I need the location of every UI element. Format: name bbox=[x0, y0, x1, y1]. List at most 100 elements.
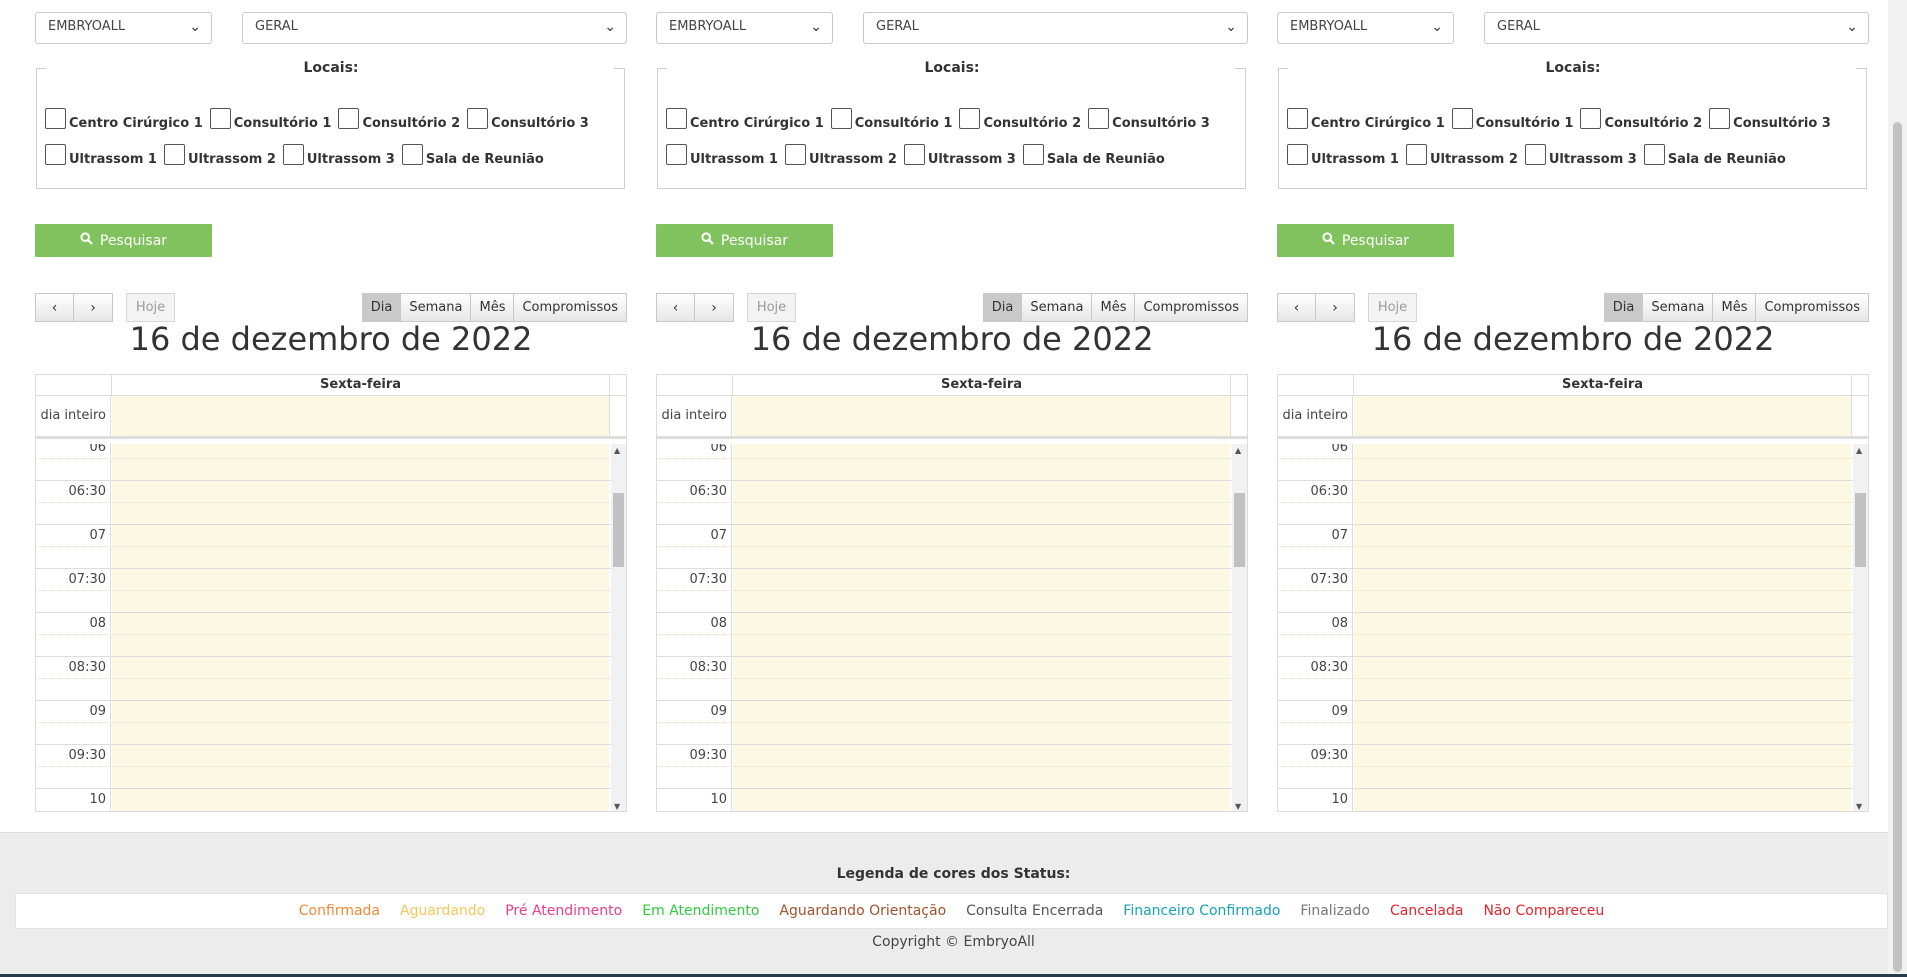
local-checkbox[interactable]: Consultório 1 bbox=[1451, 108, 1573, 131]
agenda-select[interactable]: GERAL ⌄ bbox=[1484, 12, 1869, 44]
clinic-select[interactable]: EMBRYOALL ⌄ bbox=[1277, 12, 1454, 44]
prev-button[interactable]: ‹ bbox=[35, 293, 74, 322]
checkbox[interactable] bbox=[1287, 108, 1308, 129]
local-checkbox[interactable]: Consultório 3 bbox=[1088, 108, 1210, 131]
search-button[interactable]: Pesquisar bbox=[1277, 224, 1454, 257]
scroll-down-icon[interactable]: ▼ bbox=[1235, 802, 1241, 811]
prev-button[interactable]: ‹ bbox=[656, 293, 695, 322]
checkbox[interactable] bbox=[1287, 144, 1308, 165]
view-button[interactable]: Dia bbox=[361, 293, 402, 322]
time-slot-cell[interactable] bbox=[112, 745, 609, 767]
time-slot-cell[interactable] bbox=[1354, 679, 1851, 701]
time-slot-cell[interactable] bbox=[1354, 481, 1851, 503]
checkbox[interactable] bbox=[45, 108, 66, 129]
calendar-scrollbar-thumb[interactable] bbox=[1234, 493, 1245, 567]
search-button[interactable]: Pesquisar bbox=[35, 224, 212, 257]
checkbox[interactable] bbox=[1643, 144, 1665, 165]
calendar-scrollbar[interactable]: ▲ ▼ bbox=[1232, 444, 1247, 811]
time-slot-cell[interactable] bbox=[733, 679, 1230, 701]
checkbox[interactable] bbox=[45, 144, 66, 165]
calendar-scrollbar-thumb[interactable] bbox=[613, 493, 624, 567]
time-slot-cell[interactable] bbox=[112, 503, 609, 525]
time-slot-cell[interactable] bbox=[1354, 591, 1851, 613]
page-scrollbar-thumb[interactable] bbox=[1893, 122, 1902, 972]
scroll-up-icon[interactable]: ▲ bbox=[1235, 446, 1241, 455]
time-slot-cell[interactable] bbox=[112, 569, 609, 591]
next-button[interactable]: › bbox=[695, 293, 734, 322]
time-slot-cell[interactable] bbox=[733, 591, 1230, 613]
local-checkbox[interactable]: Centro Cirúrgico 1 bbox=[1287, 108, 1445, 131]
checkbox[interactable] bbox=[163, 144, 185, 165]
local-checkbox[interactable]: Ultrassom 2 bbox=[1405, 144, 1518, 167]
allday-cell[interactable] bbox=[733, 396, 1231, 436]
time-slot-cell[interactable] bbox=[112, 481, 609, 503]
checkbox[interactable] bbox=[784, 144, 806, 165]
local-checkbox[interactable]: Consultório 1 bbox=[830, 108, 952, 131]
checkbox[interactable] bbox=[666, 108, 687, 129]
time-slot-cell[interactable] bbox=[733, 723, 1230, 745]
time-slot-cell[interactable] bbox=[733, 701, 1230, 723]
local-checkbox[interactable]: Ultrassom 1 bbox=[666, 144, 778, 167]
time-slot-cell[interactable] bbox=[1354, 569, 1851, 591]
local-checkbox[interactable]: Ultrassom 1 bbox=[1287, 144, 1399, 167]
checkbox[interactable] bbox=[1451, 108, 1473, 129]
view-button[interactable]: Dia bbox=[1603, 293, 1644, 322]
agenda-select[interactable]: GERAL ⌄ bbox=[863, 12, 1248, 44]
local-checkbox[interactable]: Consultório 3 bbox=[467, 108, 589, 131]
calendar-scrollbar-thumb[interactable] bbox=[1855, 493, 1866, 567]
local-checkbox[interactable]: Ultrassom 3 bbox=[1524, 144, 1637, 167]
time-slot-cell[interactable] bbox=[112, 679, 609, 701]
time-slot-cell[interactable] bbox=[733, 789, 1230, 811]
checkbox[interactable] bbox=[209, 108, 231, 129]
time-slot-cell[interactable] bbox=[733, 745, 1230, 767]
checkbox[interactable] bbox=[1580, 108, 1602, 129]
time-slot-cell[interactable] bbox=[112, 723, 609, 745]
time-slot-cell[interactable] bbox=[1354, 701, 1851, 723]
checkbox[interactable] bbox=[1709, 108, 1731, 129]
checkbox[interactable] bbox=[282, 144, 304, 165]
time-slot-cell[interactable] bbox=[112, 591, 609, 613]
checkbox[interactable] bbox=[338, 108, 360, 129]
time-slot-cell[interactable] bbox=[1354, 444, 1851, 459]
time-slot-cell[interactable] bbox=[733, 657, 1230, 679]
view-button[interactable]: Mês bbox=[471, 293, 515, 322]
today-button[interactable]: Hoje bbox=[126, 293, 175, 322]
local-checkbox[interactable]: Centro Cirúrgico 1 bbox=[45, 108, 203, 131]
time-slot-cell[interactable] bbox=[733, 503, 1230, 525]
time-slot-cell[interactable] bbox=[1354, 635, 1851, 657]
local-checkbox[interactable]: Ultrassom 3 bbox=[903, 144, 1016, 167]
view-button[interactable]: Compromissos bbox=[1756, 293, 1869, 322]
search-button[interactable]: Pesquisar bbox=[656, 224, 833, 257]
time-slot-cell[interactable] bbox=[1354, 767, 1851, 789]
time-slot-cell[interactable] bbox=[1354, 613, 1851, 635]
time-slot-cell[interactable] bbox=[112, 767, 609, 789]
time-slot-cell[interactable] bbox=[733, 525, 1230, 547]
local-checkbox[interactable]: Consultório 2 bbox=[959, 108, 1081, 131]
time-slot-cell[interactable] bbox=[733, 459, 1230, 481]
time-slot-cell[interactable] bbox=[112, 657, 609, 679]
agenda-select[interactable]: GERAL ⌄ bbox=[242, 12, 627, 44]
time-slot-cell[interactable] bbox=[1354, 459, 1851, 481]
time-slot-cell[interactable] bbox=[733, 444, 1230, 459]
scroll-up-icon[interactable]: ▲ bbox=[1856, 446, 1862, 455]
local-checkbox[interactable]: Consultório 2 bbox=[1580, 108, 1702, 131]
calendar-scrollbar[interactable]: ▲ ▼ bbox=[611, 444, 626, 811]
time-slot-cell[interactable] bbox=[112, 444, 609, 459]
prev-button[interactable]: ‹ bbox=[1277, 293, 1316, 322]
view-button[interactable]: Semana bbox=[401, 293, 472, 322]
checkbox[interactable] bbox=[401, 144, 423, 165]
time-slot-cell[interactable] bbox=[733, 569, 1230, 591]
local-checkbox[interactable]: Ultrassom 2 bbox=[163, 144, 276, 167]
time-slot-cell[interactable] bbox=[1354, 525, 1851, 547]
local-checkbox[interactable]: Consultório 1 bbox=[209, 108, 331, 131]
clinic-select[interactable]: EMBRYOALL ⌄ bbox=[35, 12, 212, 44]
checkbox[interactable] bbox=[1405, 144, 1427, 165]
checkbox[interactable] bbox=[666, 144, 687, 165]
scroll-up-icon[interactable]: ▲ bbox=[614, 446, 620, 455]
scroll-down-icon[interactable]: ▼ bbox=[1856, 802, 1862, 811]
view-button[interactable]: Dia bbox=[982, 293, 1023, 322]
local-checkbox[interactable]: Ultrassom 2 bbox=[784, 144, 897, 167]
today-button[interactable]: Hoje bbox=[747, 293, 796, 322]
local-checkbox[interactable]: Consultório 3 bbox=[1709, 108, 1831, 131]
time-slot-cell[interactable] bbox=[112, 635, 609, 657]
